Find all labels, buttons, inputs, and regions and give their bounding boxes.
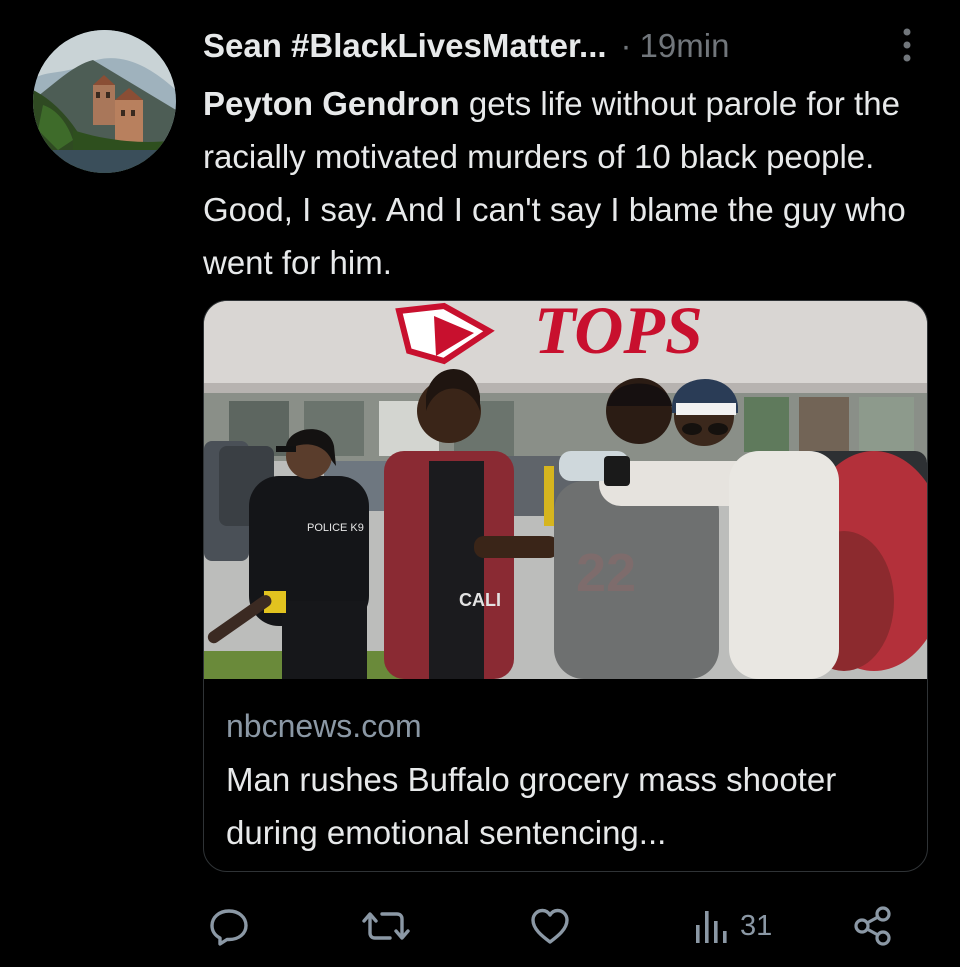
card-domain: nbcnews.com [226, 708, 422, 744]
card-title[interactable]: Man rushes Buffalo grocery mass shooter … [226, 753, 916, 859]
police-badge-text: POLICE K9 [307, 522, 364, 534]
reply-button[interactable] [208, 898, 250, 954]
retweet-button[interactable] [362, 898, 410, 954]
views-button[interactable]: 31 [692, 898, 772, 954]
like-button[interactable] [528, 898, 572, 954]
views-count: 31 [740, 909, 773, 942]
timestamp[interactable]: 19min [640, 27, 730, 65]
retweet-icon [362, 905, 410, 947]
share-icon [852, 905, 894, 947]
vertical-dots-icon[interactable] [897, 26, 917, 64]
avatar-image [33, 30, 176, 173]
tweet-text: Peyton Gendron gets life without parole … [203, 77, 938, 289]
bold-name: Peyton Gendron [203, 85, 460, 122]
reply-icon [208, 905, 250, 947]
header-separator: · [620, 27, 632, 64]
tweet-header: Sean #BlackLivesMatter... · 19min [203, 24, 943, 68]
link-card[interactable]: TOPS POLICE K9 CALI 22 nbcnews.com Man r… [203, 300, 928, 872]
tweet[interactable]: Sean #BlackLivesMatter... · 19min Peyton… [0, 0, 960, 967]
shirt-text: CALI [459, 590, 501, 610]
display-name[interactable]: Sean #BlackLivesMatter... [203, 27, 607, 65]
avatar[interactable] [33, 30, 176, 173]
share-button[interactable] [852, 898, 894, 954]
svg-text:22: 22 [576, 543, 636, 603]
like-icon [528, 905, 572, 947]
views-icon [692, 905, 732, 947]
store-sign-text: TOPS [534, 301, 703, 368]
card-image[interactable]: TOPS POLICE K9 CALI 22 [204, 301, 927, 679]
